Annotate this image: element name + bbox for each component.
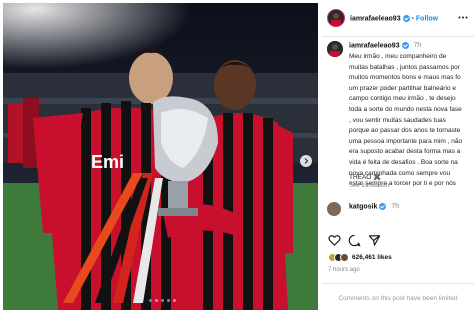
caption-line: era suposto acabar desta forma mas a xyxy=(349,148,461,156)
follow-separator: • xyxy=(411,15,414,23)
caption-avatar[interactable] xyxy=(327,41,343,57)
comment-icon[interactable] xyxy=(348,234,361,247)
carousel-dot xyxy=(149,299,152,302)
verified-badge-icon xyxy=(402,15,410,22)
avatar-image xyxy=(328,10,344,26)
profile-avatar[interactable] xyxy=(327,9,345,27)
share-icon[interactable] xyxy=(368,234,381,247)
caption-line: toda a sorte do mundo nesta nova fase xyxy=(349,105,462,113)
liker-avatars xyxy=(328,253,349,262)
caption-line: porque ao passar dos anos te tornaste xyxy=(349,127,461,135)
caption-line: , vou sentir muitas saudades tuas xyxy=(349,116,446,124)
action-bar xyxy=(322,234,474,248)
avatar-image xyxy=(327,41,343,57)
follow-button[interactable]: Follow xyxy=(416,15,438,22)
author-username[interactable]: iamrafaeleao93 xyxy=(350,15,401,22)
caption-line: vida é feita de desafios . Boa sorte na xyxy=(349,158,458,166)
caption-line: muitas batalhas , juntos passamos por xyxy=(349,63,460,71)
caption-line: THEAO ✖️ xyxy=(349,174,382,181)
verified-badge-icon xyxy=(401,42,409,49)
likes-row[interactable]: 626,461 likes xyxy=(328,253,392,262)
reply-header: katgosik 7h xyxy=(349,203,399,210)
caption-line: muitos momentos bons e maus mas fo xyxy=(349,74,461,82)
verified-badge-icon xyxy=(379,203,387,210)
post-timestamp: 7 hours ago xyxy=(328,267,360,273)
liker-avatar xyxy=(340,253,349,262)
likes-count[interactable]: 626,461 likes xyxy=(352,254,392,261)
post-photo: Emi xyxy=(3,3,318,310)
reply-username[interactable]: katgosik xyxy=(349,203,377,210)
carousel-dot xyxy=(173,299,176,302)
caption-username[interactable]: iamrafaeleao93 xyxy=(349,42,400,49)
see-translation-link[interactable]: See translation xyxy=(349,183,389,189)
carousel-dot xyxy=(167,299,170,302)
carousel-indicator xyxy=(149,299,176,302)
reply-time: 7h xyxy=(391,203,400,211)
caption-header: iamrafaeleao93 7h xyxy=(349,42,421,49)
carousel-dot xyxy=(155,299,158,302)
caption-time: 7h xyxy=(413,42,422,50)
comments-section[interactable]: iamrafaeleao93 7h Meu irmão , meu compan… xyxy=(322,36,474,228)
reply-avatar[interactable] xyxy=(327,202,341,216)
caption-line: Meu irmão , meu companheiro de xyxy=(349,53,447,60)
post-header: iamrafaeleao93 • Follow xyxy=(322,0,474,37)
header-author-row: iamrafaeleao93 • Follow xyxy=(350,15,438,22)
caption-line: um prazer poder partilhar balneário e xyxy=(349,84,456,92)
post-media: Emi xyxy=(3,3,318,310)
caption-text: Meu irmão , meu companheiro de muitas ba… xyxy=(349,52,474,190)
more-horizontal-icon[interactable] xyxy=(458,16,468,19)
caption-line: campo contigo meu irmão , te desejo xyxy=(349,95,456,103)
carousel-dot xyxy=(161,299,164,302)
carousel-next-button[interactable] xyxy=(300,155,312,167)
caption-line: uma pessoa importante para mim , não xyxy=(349,137,463,145)
post-side-panel: iamrafaeleao93 • Follow iamrafaeleao93 7… xyxy=(322,0,474,314)
chevron-right-icon xyxy=(304,158,309,164)
comments-limited-notice: Comments on this post have been limited xyxy=(322,283,474,302)
heart-icon[interactable] xyxy=(328,234,341,247)
jersey-sponsor-text: Emi xyxy=(91,152,124,172)
